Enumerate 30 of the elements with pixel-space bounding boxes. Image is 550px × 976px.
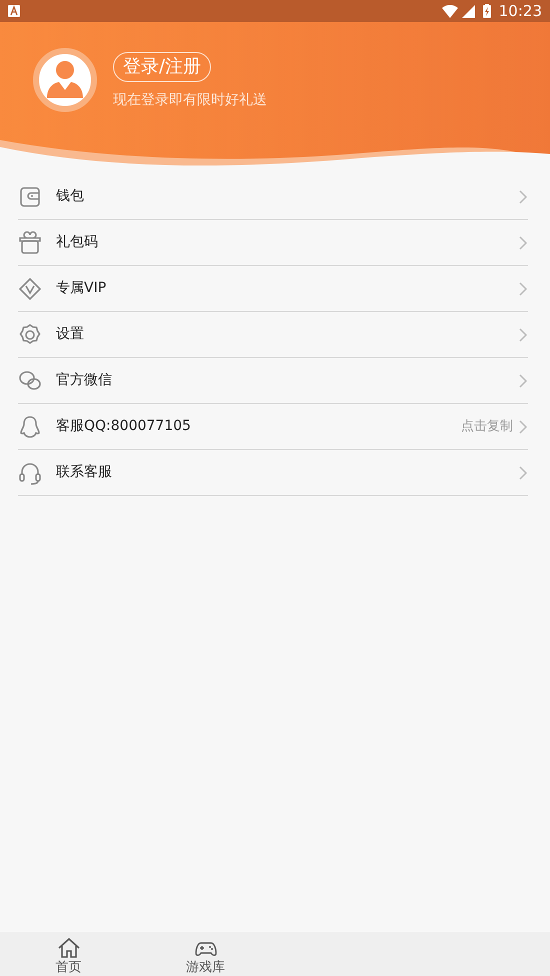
menu-item[interactable]: 联系客服 xyxy=(18,450,528,496)
chevron-right-icon xyxy=(519,420,528,434)
notification-icon xyxy=(8,5,20,17)
menu-item[interactable]: 礼包码 xyxy=(18,220,528,266)
tab[interactable]: 游戏库 xyxy=(137,932,274,976)
chevron-right-icon xyxy=(519,236,528,250)
penguin-icon xyxy=(18,414,42,438)
battery-icon xyxy=(482,4,491,18)
signal-icon xyxy=(462,4,475,18)
menu-item[interactable]: 设置 xyxy=(18,312,528,358)
chevron-right-icon xyxy=(519,374,528,388)
status-time: 10:23 xyxy=(498,0,542,22)
menu-item[interactable]: 钱包 xyxy=(18,174,528,220)
chevron-right-icon xyxy=(519,466,528,480)
chat-bubbles-icon xyxy=(18,368,42,392)
promo-text: 现在登录即有限时好礼送 xyxy=(113,91,267,110)
chevron-right-icon xyxy=(519,282,528,296)
tab[interactable]: 首页 xyxy=(0,932,137,976)
chevron-right-icon xyxy=(519,328,528,342)
menu-item[interactable]: 官方微信 xyxy=(18,358,528,404)
wallet-icon xyxy=(18,184,42,208)
menu-item[interactable]: 客服QQ:800077105 点击复制 xyxy=(18,404,528,450)
menu-item[interactable]: 专属VIP xyxy=(18,266,528,312)
gift-icon xyxy=(18,230,42,254)
home-icon xyxy=(56,936,80,960)
headset-icon xyxy=(18,460,42,484)
diamond-icon xyxy=(18,276,42,300)
settings-icon xyxy=(18,322,42,346)
wifi-icon xyxy=(442,4,458,18)
chevron-right-icon xyxy=(519,190,528,204)
